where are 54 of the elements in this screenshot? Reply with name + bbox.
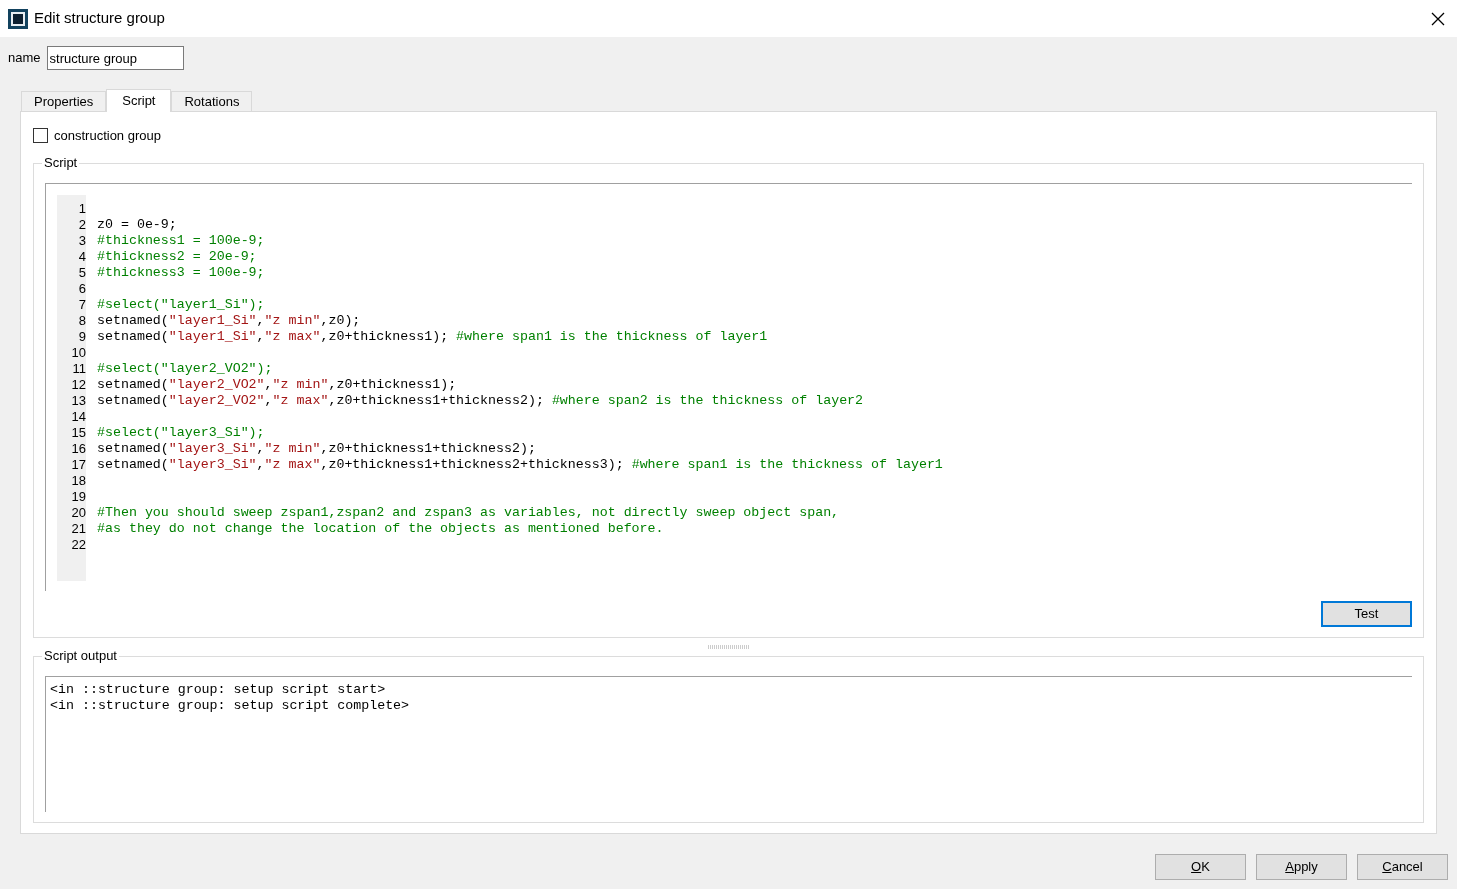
window-title: Edit structure group <box>34 8 165 29</box>
code-line: setnamed("layer1_Si","z max",z0+thickness1); #where span1 is the thickness of layer1 <box>97 328 769 345</box>
code-line: #thickness2 = 20e-9; <box>97 248 258 265</box>
close-icon[interactable] <box>1431 11 1445 26</box>
output-line: <in ::structure group: setup script complete> <box>50 697 411 714</box>
code-line: setnamed("layer3_Si","z max",z0+thickness1+thickness2+thickness3); #where span1 is the thickness of layer1 <box>97 456 943 473</box>
line-number: 4 <box>77 248 86 265</box>
line-number: 1 <box>77 200 86 217</box>
line-number: 7 <box>77 296 86 313</box>
splitter-handle[interactable] <box>707 644 750 649</box>
code-line: #thickness1 = 100e-9; <box>97 232 266 249</box>
line-number: 8 <box>77 312 86 329</box>
code-line: z0 = 0e-9; <box>97 216 178 233</box>
line-number: 3 <box>77 232 86 249</box>
line-number: 16 <box>70 440 86 457</box>
code-line: #Then you should sweep zspan1,zspan2 and zspan3 as variables, not directly sweep object span, <box>97 504 841 521</box>
code-line: setnamed("layer3_Si","z min",z0+thickness1+thickness2); <box>97 440 537 457</box>
dialog-button[interactable]: OK <box>1155 854 1246 880</box>
checkbox[interactable] <box>33 128 48 144</box>
dialog-button[interactable]: Apply <box>1256 854 1347 880</box>
line-number: 9 <box>77 328 86 345</box>
line-number: 18 <box>70 472 86 489</box>
output-line: <in ::structure group: setup script start> <box>50 681 387 698</box>
code-line: #select("layer2_VO2"); <box>97 360 274 377</box>
code-line: #thickness3 = 100e-9; <box>97 264 266 281</box>
line-number: 13 <box>70 392 86 409</box>
code-line: setnamed("layer2_VO2","z min",z0+thickness1); <box>97 376 458 393</box>
line-number: 19 <box>70 488 86 505</box>
code-line: setnamed("layer2_VO2","z max",z0+thickness1+thickness2); #where span2 is the thickness of layer2 <box>97 392 865 409</box>
code-line: #select("layer3_Si"); <box>97 424 266 441</box>
line-number: 6 <box>77 280 86 297</box>
tab[interactable]: Properties <box>21 91 107 111</box>
code-line: setnamed("layer1_Si","z min",z0); <box>97 312 362 329</box>
line-number: 10 <box>70 344 86 361</box>
line-number: 21 <box>70 520 86 537</box>
line-number: 15 <box>70 424 86 441</box>
name-label: name <box>8 49 41 68</box>
line-number: 20 <box>70 504 86 521</box>
line-number: 12 <box>70 376 86 393</box>
line-number: 5 <box>77 264 86 281</box>
line-number: 14 <box>70 408 86 425</box>
name-field[interactable]: structure group <box>46 46 184 70</box>
code-line: #select("layer1_Si"); <box>97 296 266 313</box>
line-number: 17 <box>70 456 86 473</box>
tab[interactable]: Rotations <box>171 91 253 111</box>
line-number: 22 <box>70 536 86 553</box>
line-number: 11 <box>71 360 86 377</box>
line-number: 2 <box>77 216 86 233</box>
dialog-button[interactable]: Cancel <box>1357 854 1448 880</box>
checkbox-label: construction group <box>54 127 161 145</box>
tab[interactable]: Script <box>106 89 172 112</box>
code-line: #as they do not change the location of the objects as mentioned before. <box>97 520 665 537</box>
test-button[interactable]: Test <box>1321 600 1412 627</box>
app-icon <box>8 8 28 29</box>
